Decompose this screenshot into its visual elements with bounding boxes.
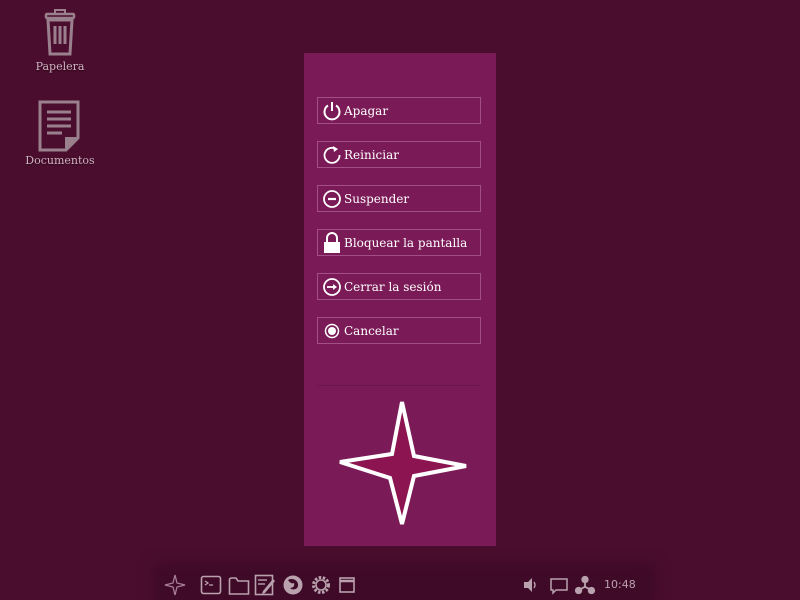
suspend-icon	[320, 187, 344, 211]
firefox-icon[interactable]	[282, 574, 304, 596]
separator	[317, 385, 481, 386]
logout-button[interactable]: Cerrar la sesión	[317, 273, 481, 300]
desktop-icon-trash[interactable]: Papelera	[20, 8, 100, 73]
terminal-icon[interactable]	[200, 574, 222, 596]
star-logo-icon	[339, 401, 467, 525]
lock-screen-button[interactable]: Bloquear la pantalla	[317, 229, 481, 256]
suspend-button[interactable]: Suspender	[317, 185, 481, 212]
option-label: Suspender	[344, 191, 410, 206]
menu-star-icon[interactable]	[164, 574, 186, 596]
window-icon[interactable]	[336, 574, 358, 596]
option-label: Cerrar la sesión	[344, 279, 442, 294]
power-icon	[320, 99, 344, 123]
trash-icon	[44, 9, 76, 56]
network-icon[interactable]	[574, 574, 596, 596]
desktop-icon-label: Papelera	[35, 60, 85, 73]
shutdown-button[interactable]: Apagar	[317, 97, 481, 124]
settings-gear-icon[interactable]	[310, 574, 332, 596]
option-label: Apagar	[344, 103, 389, 118]
desktop-icon-documents[interactable]: Documentos	[20, 100, 100, 167]
notification-icon[interactable]	[548, 574, 570, 596]
session-dialog: Apagar Reiniciar Suspender Bloquear la p…	[304, 53, 496, 546]
files-icon[interactable]	[228, 574, 250, 596]
volume-icon[interactable]	[520, 574, 542, 596]
option-label: Bloquear la pantalla	[344, 235, 468, 250]
logout-icon	[320, 275, 344, 299]
cancel-button[interactable]: Cancelar	[317, 317, 481, 344]
document-icon	[38, 100, 80, 152]
taskbar: 10:48	[160, 570, 650, 600]
clock[interactable]: 10:48	[604, 578, 636, 591]
lock-icon	[320, 231, 344, 255]
restart-button[interactable]: Reiniciar	[317, 141, 481, 168]
desktop-icon-label: Documentos	[25, 154, 95, 167]
option-label: Reiniciar	[344, 147, 399, 162]
restart-icon	[320, 143, 344, 167]
option-label: Cancelar	[344, 323, 399, 338]
cancel-icon	[320, 319, 344, 343]
text-editor-icon[interactable]	[254, 574, 276, 596]
